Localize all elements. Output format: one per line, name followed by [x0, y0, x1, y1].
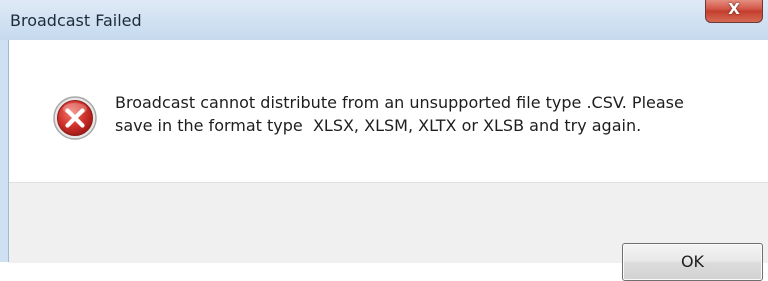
error-icon: [53, 96, 97, 140]
title-bar: Broadcast Failed X: [0, 0, 768, 40]
message-line-1: Broadcast cannot distribute from an unsu…: [115, 93, 684, 112]
dialog-body: Broadcast cannot distribute from an unsu…: [8, 40, 768, 281]
message-line-2: save in the format type XLSX, XLSM, XLTX…: [115, 116, 642, 135]
close-icon: X: [728, 0, 740, 18]
error-dialog: Broadcast Failed X Broadcast cannot dist…: [0, 0, 768, 281]
ok-button[interactable]: OK: [622, 243, 763, 281]
message-area: Broadcast cannot distribute from an unsu…: [9, 40, 768, 182]
error-message: Broadcast cannot distribute from an unsu…: [115, 91, 755, 137]
close-button[interactable]: X: [705, 0, 763, 23]
button-bar: OK: [9, 182, 768, 281]
window-title: Broadcast Failed: [10, 11, 142, 30]
